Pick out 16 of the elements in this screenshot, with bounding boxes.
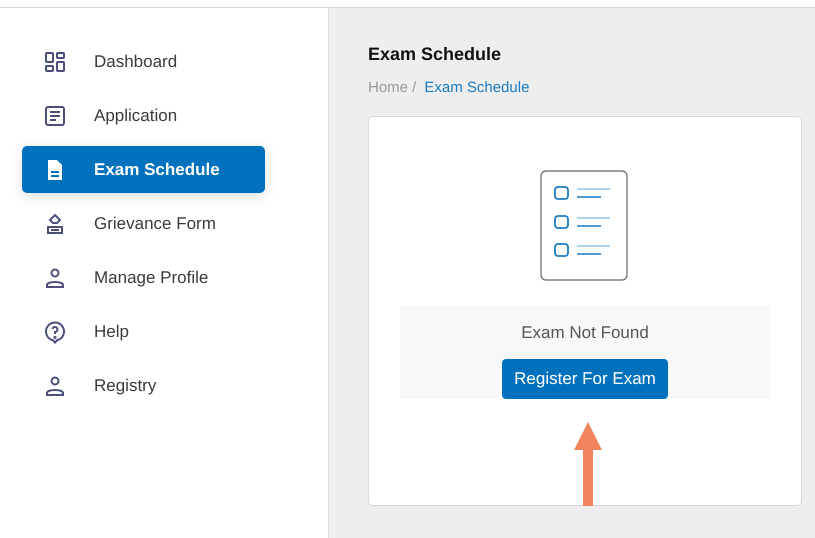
document-icon: [43, 104, 67, 128]
help-icon: [43, 320, 67, 344]
person-icon: [43, 266, 67, 290]
sidebar-item[interactable]: Grievance Form: [22, 200, 265, 247]
sidebar-item[interactable]: Registry: [22, 362, 265, 409]
sidebar-item[interactable]: Dashboard: [22, 38, 265, 85]
sidebar-item[interactable]: Manage Profile: [22, 254, 265, 301]
empty-message: Exam Not Found: [521, 323, 649, 343]
grid-icon: [43, 50, 67, 74]
breadcrumb-link[interactable]: Exam Schedule: [424, 79, 530, 96]
person-icon: [43, 374, 67, 398]
register-button[interactable]: Register For Exam: [502, 359, 668, 399]
page-title: Exam Schedule: [368, 44, 502, 65]
sidebar-item[interactable]: Application: [22, 92, 265, 139]
sidebar-item[interactable]: Help: [22, 308, 265, 355]
sidebar-item[interactable]: Exam Schedule: [22, 146, 265, 193]
